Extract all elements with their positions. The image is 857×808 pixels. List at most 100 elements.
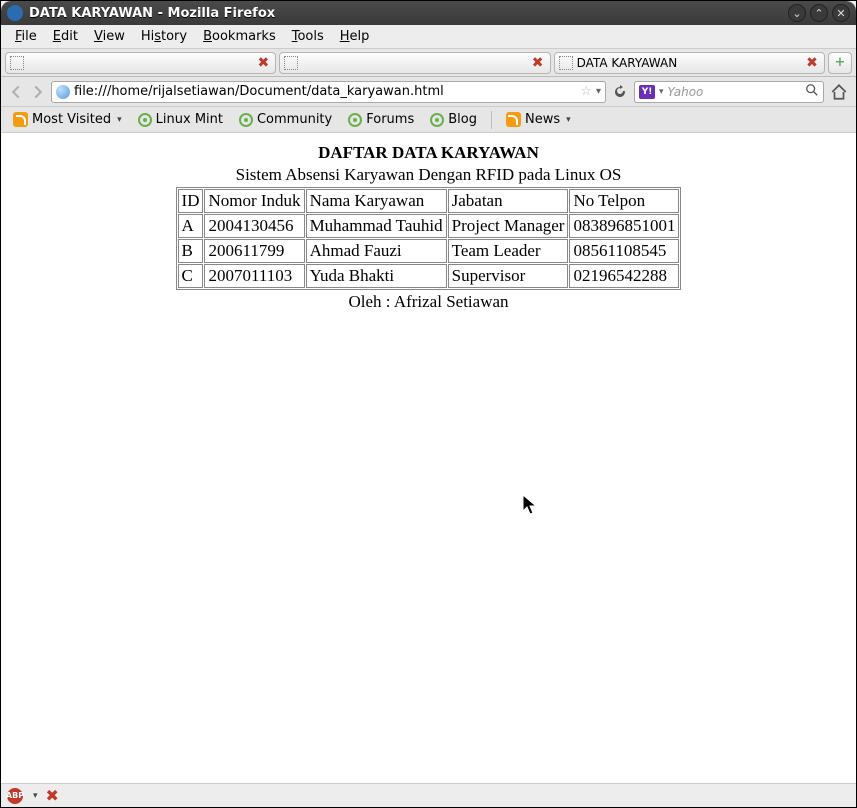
search-icon[interactable] bbox=[805, 83, 819, 101]
cell-ni: 2004130456 bbox=[204, 214, 304, 238]
search-input[interactable]: Y! ▾ Yahoo bbox=[634, 81, 824, 103]
col-jabatan: Jabatan bbox=[448, 189, 569, 213]
tab-3-favicon bbox=[559, 56, 573, 70]
employee-table: ID Nomor Induk Nama Karyawan Jabatan No … bbox=[176, 187, 682, 290]
reload-button[interactable] bbox=[610, 82, 630, 102]
table-row: A 2004130456 Muhammad Tauhid Project Man… bbox=[178, 214, 680, 238]
titlebar: DATA KARYAWAN - Mozilla Firefox ⌄ ⌃ ✕ bbox=[1, 1, 856, 25]
url-dropdown-icon[interactable]: ▾ bbox=[596, 86, 601, 97]
browser-window: DATA KARYAWAN - Mozilla Firefox ⌄ ⌃ ✕ Fi… bbox=[0, 0, 857, 808]
menu-help[interactable]: Help bbox=[332, 27, 378, 46]
menu-view-label: iew bbox=[103, 29, 125, 44]
cell-pos: Supervisor bbox=[448, 264, 569, 288]
tab-1-favicon bbox=[10, 56, 24, 70]
cell-name: Ahmad Fauzi bbox=[306, 239, 447, 263]
table-header-row: ID Nomor Induk Nama Karyawan Jabatan No … bbox=[178, 189, 680, 213]
bookmark-most-visited-label: Most Visited bbox=[32, 112, 111, 127]
toolbar-divider bbox=[491, 111, 492, 129]
search-engine-dropdown-icon[interactable]: ▾ bbox=[659, 87, 664, 97]
address-toolbar: file:///home/rijalsetiawan/Document/data… bbox=[1, 77, 856, 107]
url-input[interactable]: file:///home/rijalsetiawan/Document/data… bbox=[51, 81, 606, 103]
search-placeholder: Yahoo bbox=[668, 85, 801, 99]
cell-phone: 083896851001 bbox=[569, 214, 679, 238]
cell-pos: Project Manager bbox=[448, 214, 569, 238]
tab-3-active[interactable]: DATA KARYAWAN ✖ bbox=[554, 52, 825, 74]
table-row: B 200611799 Ahmad Fauzi Team Leader 0856… bbox=[178, 239, 680, 263]
cell-pos: Team Leader bbox=[448, 239, 569, 263]
page-author: Oleh : Afrizal Setiawan bbox=[1, 292, 856, 312]
feed-icon bbox=[13, 112, 28, 127]
statusbar: ABP ▾ ✖ bbox=[1, 783, 856, 807]
tab-1[interactable]: ✖ bbox=[5, 52, 276, 74]
bookmark-blog[interactable]: Blog bbox=[424, 110, 483, 129]
back-button[interactable] bbox=[7, 83, 25, 101]
cell-id: B bbox=[178, 239, 204, 263]
bookmark-community[interactable]: Community bbox=[233, 110, 338, 129]
tab-2[interactable]: ✖ bbox=[279, 52, 550, 74]
adblock-icon[interactable]: ABP bbox=[7, 788, 23, 804]
forward-button[interactable] bbox=[29, 83, 47, 101]
mint-icon bbox=[138, 113, 152, 127]
yahoo-icon: Y! bbox=[639, 85, 655, 99]
tab-3-close-icon[interactable]: ✖ bbox=[804, 55, 820, 71]
menubar: File Edit View History Bookmarks Tools H… bbox=[1, 25, 856, 49]
cell-ni: 2007011103 bbox=[204, 264, 304, 288]
bookmark-star-icon[interactable]: ☆ bbox=[580, 84, 592, 99]
menu-file[interactable]: File bbox=[7, 27, 45, 46]
mint-icon bbox=[430, 113, 444, 127]
page-body: DAFTAR DATA KARYAWAN Sistem Absensi Kary… bbox=[1, 143, 856, 312]
bookmark-news[interactable]: News ▾ bbox=[500, 110, 577, 129]
menu-bookmarks[interactable]: Bookmarks bbox=[195, 27, 284, 46]
menu-file-label: ile bbox=[22, 29, 37, 44]
minimize-button[interactable]: ⌄ bbox=[788, 4, 806, 22]
bookmark-community-label: Community bbox=[257, 112, 332, 127]
menu-edit-label: dit bbox=[61, 29, 78, 44]
globe-icon bbox=[56, 85, 70, 99]
page-subtitle: Sistem Absensi Karyawan Dengan RFID pada… bbox=[1, 165, 856, 185]
mint-icon bbox=[239, 113, 253, 127]
close-window-button[interactable]: ✕ bbox=[832, 4, 850, 22]
menu-tools-label: ools bbox=[297, 29, 323, 44]
url-text: file:///home/rijalsetiawan/Document/data… bbox=[74, 84, 576, 99]
tab-2-close-icon[interactable]: ✖ bbox=[530, 55, 546, 71]
menu-history-label: tory bbox=[161, 29, 187, 44]
menu-tools[interactable]: Tools bbox=[284, 27, 332, 46]
close-icon[interactable]: ✖ bbox=[46, 786, 59, 805]
page-title: DAFTAR DATA KARYAWAN bbox=[1, 143, 856, 163]
cell-name: Muhammad Tauhid bbox=[306, 214, 447, 238]
tab-1-close-icon[interactable]: ✖ bbox=[255, 55, 271, 71]
content-area: DAFTAR DATA KARYAWAN Sistem Absensi Kary… bbox=[1, 133, 856, 783]
menu-history[interactable]: History bbox=[133, 27, 195, 46]
menu-help-label: elp bbox=[350, 29, 370, 44]
menu-view[interactable]: View bbox=[86, 27, 133, 46]
menu-bookmarks-label: ookmarks bbox=[212, 29, 276, 44]
cell-id: A bbox=[178, 214, 204, 238]
col-nama: Nama Karyawan bbox=[306, 189, 447, 213]
cell-name: Yuda Bhakti bbox=[306, 264, 447, 288]
feed-icon bbox=[506, 112, 521, 127]
cell-phone: 02196542288 bbox=[569, 264, 679, 288]
tab-3-label: DATA KARYAWAN bbox=[577, 56, 800, 70]
mint-icon bbox=[348, 113, 362, 127]
cell-phone: 08561108545 bbox=[569, 239, 679, 263]
bookmark-forums[interactable]: Forums bbox=[342, 110, 420, 129]
cell-ni: 200611799 bbox=[204, 239, 304, 263]
col-nomor-induk: Nomor Induk bbox=[204, 189, 304, 213]
menu-edit[interactable]: Edit bbox=[45, 27, 86, 46]
chevron-down-icon: ▾ bbox=[117, 115, 122, 125]
maximize-button[interactable]: ⌃ bbox=[810, 4, 828, 22]
cell-id: C bbox=[178, 264, 204, 288]
col-telpon: No Telpon bbox=[569, 189, 679, 213]
window-title: DATA KARYAWAN - Mozilla Firefox bbox=[29, 6, 784, 21]
new-tab-button[interactable]: + bbox=[828, 52, 852, 74]
bookmarks-toolbar: Most Visited ▾ Linux Mint Community Foru… bbox=[1, 107, 856, 133]
bookmark-blog-label: Blog bbox=[448, 112, 477, 127]
bookmark-news-label: News bbox=[525, 112, 560, 127]
bookmark-linux-mint[interactable]: Linux Mint bbox=[132, 110, 229, 129]
chevron-down-icon[interactable]: ▾ bbox=[33, 791, 38, 801]
bookmark-most-visited[interactable]: Most Visited ▾ bbox=[7, 110, 128, 129]
bookmark-forums-label: Forums bbox=[366, 112, 414, 127]
tab-strip: ✖ ✖ DATA KARYAWAN ✖ + bbox=[1, 49, 856, 77]
col-id: ID bbox=[178, 189, 204, 213]
home-button[interactable] bbox=[828, 81, 850, 103]
